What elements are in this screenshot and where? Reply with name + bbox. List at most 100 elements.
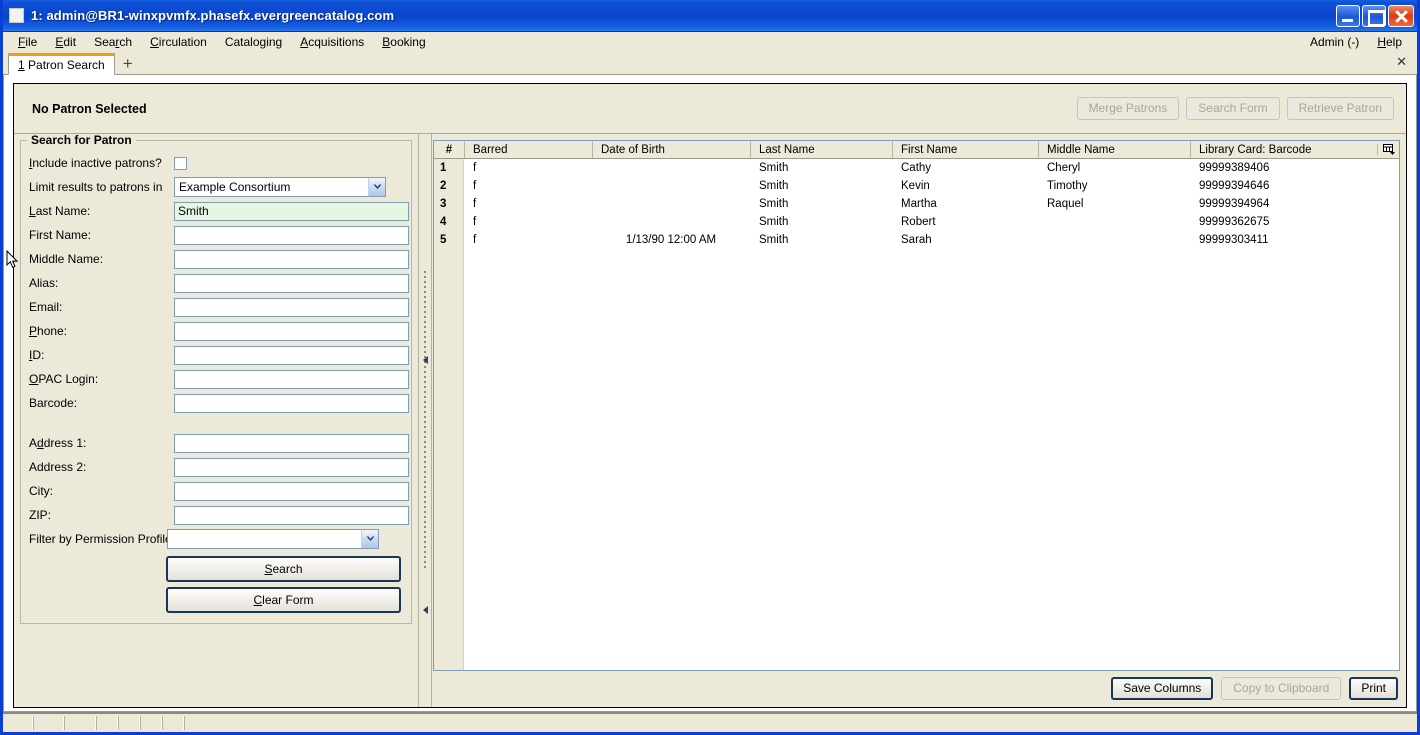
menu-cataloging[interactable]: Cataloging <box>216 33 291 51</box>
patron-search-frame: No Patron Selected Merge Patrons Search … <box>13 83 1407 708</box>
row-alias: Alias: <box>27 271 409 295</box>
close-button[interactable] <box>1388 4 1414 27</box>
cell-barred: f <box>473 216 477 228</box>
cell-number: 1 <box>440 162 447 174</box>
cell-last-name: Smith <box>759 162 789 174</box>
city-label: City: <box>29 484 53 498</box>
clear-button-row: Clear Form <box>27 587 405 613</box>
column-header-library-card[interactable]: Library Card: Barcode <box>1190 141 1377 158</box>
address1-input[interactable] <box>174 433 409 453</box>
row-permission-profile: Filter by Permission Profile: <box>27 527 405 551</box>
menu-acquisitions[interactable]: Acquisitions <box>291 33 373 51</box>
row-phone: Phone: <box>27 319 409 343</box>
menu-booking[interactable]: Booking <box>373 33 434 51</box>
menu-edit[interactable]: Edit <box>46 33 85 51</box>
first-name-input[interactable] <box>174 225 409 245</box>
search-button[interactable]: Search <box>166 556 401 582</box>
middle-name-input[interactable] <box>174 249 409 269</box>
table-row[interactable]: 5 f 1/13/90 12:00 AM Smith Sarah 9999930… <box>434 231 1399 249</box>
row-opac-login: OPAC Login: <box>27 367 409 391</box>
last-name-input[interactable] <box>174 201 409 221</box>
cell-last-name: Smith <box>759 216 789 228</box>
cell-first-name: Martha <box>901 198 937 210</box>
cell-dob: 1/13/90 12:00 AM <box>625 234 717 246</box>
clear-form-button[interactable]: Clear Form <box>166 587 401 613</box>
table-body: 1 f Smith Cathy Cheryl 99999389406 2 f S… <box>434 159 1399 670</box>
table-row[interactable]: 4 f Smith Robert 99999362675 <box>434 213 1399 231</box>
row-middle-name: Middle Name: <box>27 247 409 271</box>
opac-login-input[interactable] <box>174 369 409 389</box>
zip-label: ZIP: <box>29 508 52 522</box>
maximize-button[interactable] <box>1362 4 1386 27</box>
permission-profile-select[interactable] <box>167 529 379 549</box>
save-columns-button[interactable]: Save Columns <box>1111 676 1214 701</box>
split-region: Search for Patron Include inactive patro… <box>14 134 1406 707</box>
opac-login-label: OPAC Login: <box>29 372 99 386</box>
table-row[interactable]: 1 f Smith Cathy Cheryl 99999389406 <box>434 159 1399 177</box>
status-bar <box>3 712 1417 732</box>
first-name-label: First Name: <box>29 228 92 242</box>
copy-to-clipboard-button[interactable]: Copy to Clipboard <box>1221 676 1342 701</box>
id-label: ID: <box>29 348 45 362</box>
menu-circulation[interactable]: Circulation <box>141 33 216 51</box>
email-input[interactable] <box>174 297 409 317</box>
content-pane: No Patron Selected Merge Patrons Search … <box>3 75 1417 712</box>
cell-last-name: Smith <box>759 234 789 246</box>
search-for-patron-group: Search for Patron Include inactive patro… <box>20 134 412 624</box>
address2-label: Address 2: <box>29 460 87 474</box>
search-form-legend: Search for Patron <box>27 134 136 147</box>
table-row[interactable]: 2 f Smith Kevin Timothy 99999394646 <box>434 177 1399 195</box>
limit-results-select[interactable]: Example Consortium <box>174 177 386 197</box>
tab-patron-search[interactable]: 1 Patron Search <box>8 53 115 75</box>
limit-results-value: Example Consortium <box>179 180 291 194</box>
include-inactive-checkbox[interactable] <box>174 156 187 170</box>
include-inactive-label: Include inactive patrons? <box>29 156 162 170</box>
column-header-barred[interactable]: Barred <box>464 141 592 158</box>
search-form-button[interactable]: Search Form <box>1186 96 1280 121</box>
status-cell-2 <box>33 716 64 730</box>
table-row[interactable]: 3 f Smith Martha Raquel 99999394964 <box>434 195 1399 213</box>
column-header-dob[interactable]: Date of Birth <box>592 141 750 158</box>
column-header-number[interactable]: # <box>434 141 464 158</box>
merge-patrons-button[interactable]: Merge Patrons <box>1076 96 1180 121</box>
cell-last-name: Smith <box>759 180 789 192</box>
column-header-first-name[interactable]: First Name <box>892 141 1038 158</box>
retrieve-patron-button[interactable]: Retrieve Patron <box>1286 96 1394 121</box>
cell-middle-name: Raquel <box>1047 198 1084 210</box>
city-input[interactable] <box>174 481 409 501</box>
tab-strip: 1 Patron Search + ✕ <box>3 52 1417 75</box>
new-tab-button[interactable]: + <box>115 55 141 73</box>
menu-search[interactable]: Search <box>85 33 141 51</box>
pane-splitter[interactable] <box>418 134 432 707</box>
close-tab-button[interactable]: ✕ <box>1396 54 1417 72</box>
window-title: 1: admin@BR1-winxpvmfx.phasefx.evergreen… <box>31 8 395 23</box>
menu-help[interactable]: Help <box>1368 33 1411 51</box>
splitter-collapse-left-icon[interactable] <box>422 356 430 364</box>
application-window: 1: admin@BR1-winxpvmfx.phasefx.evergreen… <box>0 0 1420 735</box>
status-cell-5 <box>118 716 140 730</box>
phone-label: Phone: <box>29 324 68 338</box>
limit-results-label: Limit results to patrons in <box>29 180 163 194</box>
barcode-input[interactable] <box>174 393 409 413</box>
address2-input[interactable] <box>174 457 409 477</box>
splitter-collapse-left-icon-2[interactable] <box>422 606 430 614</box>
cell-barred: f <box>473 180 477 192</box>
search-form-pane: Search for Patron Include inactive patro… <box>14 134 418 707</box>
column-picker-icon[interactable] <box>1377 144 1399 155</box>
menu-admin[interactable]: Admin (-) <box>1301 33 1368 51</box>
column-header-middle-name[interactable]: Middle Name <box>1038 141 1190 158</box>
cell-library-card: 99999362675 <box>1199 216 1270 228</box>
zip-input[interactable] <box>174 505 409 525</box>
column-header-last-name[interactable]: Last Name <box>750 141 892 158</box>
address1-label: Address 1: <box>29 436 87 450</box>
status-cell-3 <box>64 716 96 730</box>
print-button[interactable]: Print <box>1349 676 1398 701</box>
alias-input[interactable] <box>174 273 409 293</box>
menu-file[interactable]: File <box>9 33 46 51</box>
results-pane: # Barred Date of Birth Last Name First N… <box>432 134 1406 707</box>
phone-input[interactable] <box>174 321 409 341</box>
cell-first-name: Sarah <box>901 234 932 246</box>
id-input[interactable] <box>174 345 409 365</box>
chevron-down-icon <box>368 178 385 196</box>
minimize-button[interactable] <box>1336 4 1360 27</box>
